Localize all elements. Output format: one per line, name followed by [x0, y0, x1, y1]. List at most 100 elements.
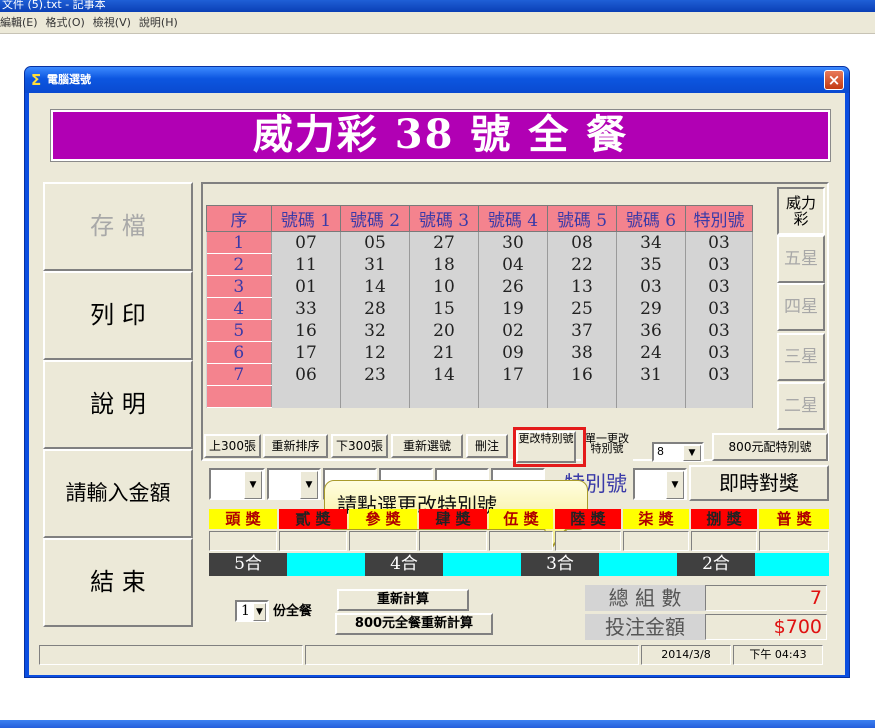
number-cell[interactable]: 13 [547, 275, 617, 298]
number-cell[interactable]: 16 [271, 319, 341, 342]
number-cell[interactable]: 15 [409, 297, 479, 320]
number-cell[interactable]: 27 [409, 231, 479, 254]
number-cell[interactable]: 19 [478, 297, 548, 320]
number-cell[interactable]: 06 [271, 363, 341, 386]
tab-five-star[interactable]: 五星 [777, 235, 825, 283]
close-button[interactable]: × [824, 70, 844, 90]
number-combo-2[interactable]: ▼ [267, 468, 321, 500]
number-cell[interactable]: 17 [478, 363, 548, 386]
table-row[interactable]: 4 33 28 15 19 25 29 03 [206, 297, 753, 320]
row-seq-cell[interactable]: 1 [206, 231, 272, 254]
row-seq-cell[interactable]: 5 [206, 319, 272, 342]
number-cell[interactable]: 12 [340, 341, 410, 364]
menu-format[interactable]: 格式(O) [46, 16, 85, 29]
special-number-cell[interactable]: 03 [685, 319, 753, 342]
number-cell[interactable] [547, 385, 617, 408]
special-number-cell[interactable]: 03 [685, 253, 753, 276]
number-cell[interactable]: 10 [409, 275, 479, 298]
number-cell[interactable]: 11 [271, 253, 341, 276]
special-800-button[interactable]: 800元配特別號 [712, 433, 828, 461]
chevron-down-icon[interactable]: ▼ [244, 471, 262, 499]
number-cell[interactable]: 32 [340, 319, 410, 342]
menu-help[interactable]: 說明(H) [139, 16, 178, 29]
number-cell[interactable]: 31 [340, 253, 410, 276]
menu-view[interactable]: 檢視(V) [93, 16, 131, 29]
row-seq-cell[interactable] [206, 385, 272, 408]
table-row[interactable]: 5 16 32 20 02 37 36 03 [206, 319, 753, 342]
number-cell[interactable]: 04 [478, 253, 548, 276]
numbers-grid[interactable]: 序 號碼 1 號碼 2 號碼 3 號碼 4 號碼 5 號碼 6 特別號 1 07 0… [206, 205, 753, 408]
print-button[interactable]: 列 印 [43, 271, 193, 360]
special-number-cell[interactable]: 03 [685, 275, 753, 298]
table-row[interactable]: 2 11 31 18 04 22 35 03 [206, 253, 753, 276]
number-cell[interactable]: 03 [616, 275, 686, 298]
special-number-cell[interactable]: 03 [685, 341, 753, 364]
tab-power-lotto[interactable]: 威力彩 [777, 187, 825, 235]
special-number-cell[interactable]: 03 [685, 297, 753, 320]
number-cell[interactable]: 38 [547, 341, 617, 364]
number-cell[interactable]: 20 [409, 319, 479, 342]
resort-button[interactable]: 重新排序 [263, 434, 328, 458]
number-cell[interactable]: 14 [340, 275, 410, 298]
number-cell[interactable] [478, 385, 548, 408]
table-row[interactable]: 7 06 23 14 17 16 31 03 [206, 363, 753, 386]
chevron-down-icon[interactable]: ▼ [253, 603, 266, 621]
number-cell[interactable]: 26 [478, 275, 548, 298]
table-row[interactable] [206, 385, 753, 408]
chevron-down-icon[interactable]: ▼ [666, 471, 684, 499]
number-cell[interactable] [409, 385, 479, 408]
number-cell[interactable]: 08 [547, 231, 617, 254]
number-cell[interactable]: 17 [271, 341, 341, 364]
number-cell[interactable]: 25 [547, 297, 617, 320]
number-cell[interactable]: 07 [271, 231, 341, 254]
reselect-button[interactable]: 重新選號 [391, 434, 463, 458]
chevron-down-icon[interactable]: ▼ [300, 471, 318, 499]
portion-select[interactable]: 1 ▼ [235, 600, 269, 622]
next-300-button[interactable]: 下300張 [331, 434, 388, 458]
number-cell[interactable]: 34 [616, 231, 686, 254]
enter-amount-button[interactable]: 請輸入金額 [43, 449, 193, 538]
number-cell[interactable]: 05 [340, 231, 410, 254]
prev-300-button[interactable]: 上300張 [204, 434, 261, 458]
number-cell[interactable]: 36 [616, 319, 686, 342]
number-cell[interactable] [616, 385, 686, 408]
help-button[interactable]: 說 明 [43, 360, 193, 449]
number-cell[interactable] [271, 385, 341, 408]
row-seq-cell[interactable]: 7 [206, 363, 272, 386]
number-cell[interactable]: 35 [616, 253, 686, 276]
row-seq-cell[interactable]: 3 [206, 275, 272, 298]
number-cell[interactable]: 29 [616, 297, 686, 320]
ticket-count-select[interactable]: 8 ▼ [652, 442, 704, 462]
tab-four-star[interactable]: 四星 [777, 283, 825, 331]
row-seq-cell[interactable]: 2 [206, 253, 272, 276]
exit-button[interactable]: 結 束 [43, 538, 193, 627]
number-combo-1[interactable]: ▼ [209, 468, 265, 500]
special-number-cell[interactable]: 03 [685, 231, 753, 254]
number-cell[interactable]: 21 [409, 341, 479, 364]
table-row[interactable]: 3 01 14 10 26 13 03 03 [206, 275, 753, 298]
table-row[interactable]: 1 07 05 27 30 08 34 03 [206, 231, 753, 254]
special-number-combo[interactable]: ▼ [633, 468, 687, 500]
number-cell[interactable]: 18 [409, 253, 479, 276]
menu-edit[interactable]: 編輯(E) [0, 16, 38, 29]
number-cell[interactable]: 02 [478, 319, 548, 342]
recalculate-800-button[interactable]: 800元全餐重新計算 [335, 613, 493, 635]
number-cell[interactable]: 24 [616, 341, 686, 364]
chevron-down-icon[interactable]: ▼ [683, 445, 701, 461]
number-cell[interactable]: 30 [478, 231, 548, 254]
row-seq-cell[interactable]: 4 [206, 297, 272, 320]
row-seq-cell[interactable]: 6 [206, 341, 272, 364]
special-number-cell[interactable] [685, 385, 753, 408]
number-cell[interactable]: 01 [271, 275, 341, 298]
tab-two-star[interactable]: 二星 [777, 382, 825, 430]
delete-bet-button[interactable]: 刪注 [466, 434, 508, 458]
number-cell[interactable]: 23 [340, 363, 410, 386]
number-cell[interactable]: 09 [478, 341, 548, 364]
save-button[interactable]: 存 檔 [43, 182, 193, 271]
table-row[interactable]: 6 17 12 21 09 38 24 03 [206, 341, 753, 364]
single-change-special-button[interactable]: 單一更改特別號 [581, 431, 633, 463]
instant-check-button[interactable]: 即時對獎 [689, 465, 829, 501]
number-cell[interactable]: 16 [547, 363, 617, 386]
tab-three-star[interactable]: 三星 [777, 333, 825, 381]
number-cell[interactable]: 31 [616, 363, 686, 386]
